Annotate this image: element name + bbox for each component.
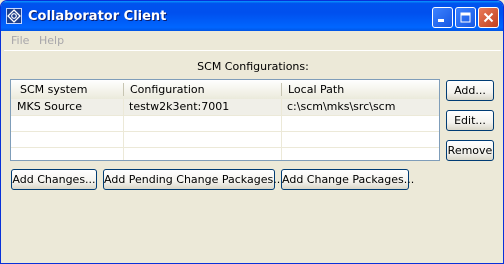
add-button[interactable]: Add... [446,80,494,101]
window-title: Collaborator Client [28,9,167,24]
column-header-local-path[interactable]: Local Path [282,80,439,99]
menu-bar: File Help [4,31,501,51]
maximize-icon [460,12,471,23]
collaborator-client-window: Collaborator Client File Help SCM Config… [0,0,504,264]
minimize-icon [438,19,444,22]
table-row-empty[interactable] [11,115,439,132]
close-icon [483,12,494,23]
maximize-button[interactable] [455,7,476,28]
minimize-button[interactable] [432,7,453,28]
cell-scm-system: MKS Source [17,100,82,113]
column-header-configuration[interactable]: Configuration [124,80,280,99]
table-header: SCM system Configuration Local Path [11,80,439,100]
menu-file[interactable]: File [11,34,29,47]
add-change-packages-button[interactable]: Add Change Packages... [281,169,414,190]
cell-local-path: c:\scm\mks\src\scm [287,100,396,113]
edit-button[interactable]: Edit... [446,110,494,131]
menu-help[interactable]: Help [39,34,64,47]
table-row[interactable]: MKS Source testw2k3ent:7001 c:\scm\mks\s… [11,99,439,116]
column-header-scm-system[interactable]: SCM system [14,80,122,99]
close-button[interactable] [478,7,499,28]
column-divider [123,99,124,160]
add-changes-button[interactable]: Add Changes... [11,169,97,190]
cell-configuration: testw2k3ent:7001 [129,100,230,113]
table-row-empty[interactable] [11,131,439,148]
column-divider [281,99,282,160]
remove-button[interactable]: Remove [446,140,494,161]
table-row-empty[interactable] [11,147,439,160]
app-icon [6,8,22,24]
scm-configurations-label: SCM Configurations: [197,60,309,73]
scm-configurations-table[interactable]: SCM system Configuration Local Path MKS … [10,79,440,161]
title-bar[interactable]: Collaborator Client [1,1,503,31]
add-pending-change-packages-button[interactable]: Add Pending Change Packages... [103,169,284,190]
